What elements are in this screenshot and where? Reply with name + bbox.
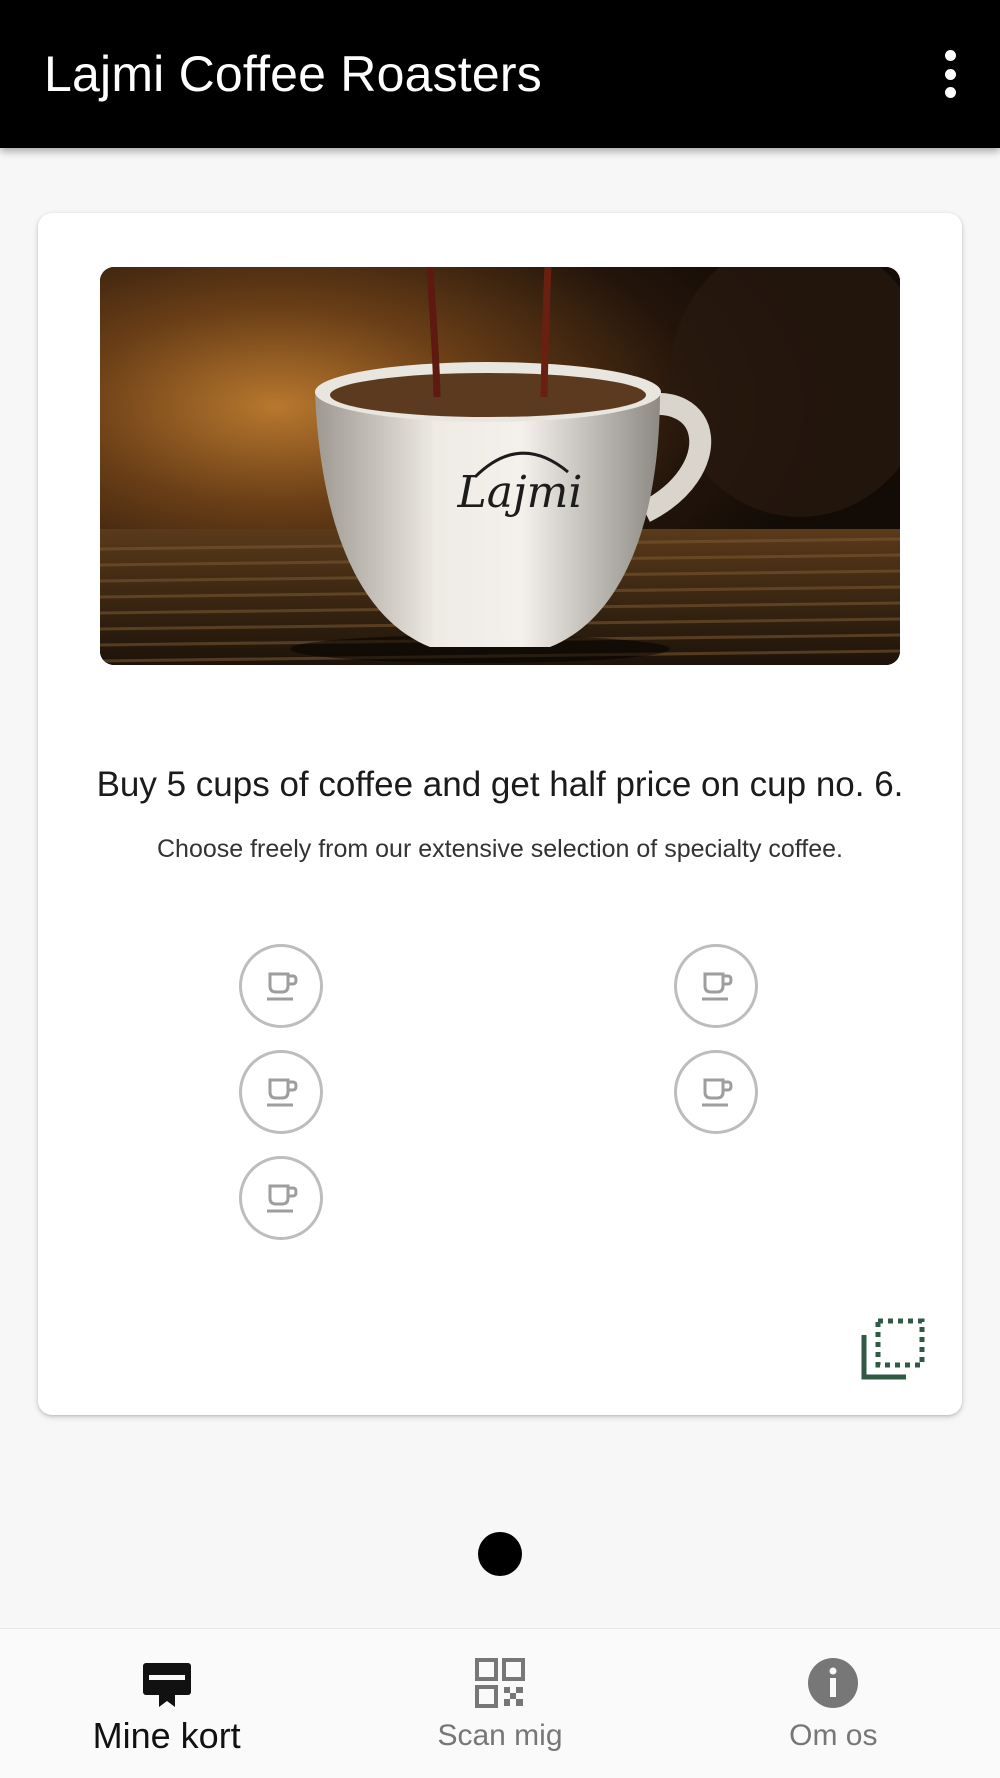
app-title: Lajmi Coffee Roasters — [44, 46, 542, 102]
card-icon — [139, 1655, 195, 1711]
offer-title: Buy 5 cups of coffee and get half price … — [96, 765, 904, 804]
nav-label-om-os: Om os — [789, 1719, 878, 1752]
nav-label-scan-mig: Scan mig — [437, 1719, 563, 1752]
stamp-slot — [239, 1156, 323, 1240]
stamp-slot — [674, 944, 758, 1028]
qr-code-icon — [472, 1655, 528, 1711]
stamp-slot — [239, 944, 323, 1028]
app-bar: Lajmi Coffee Roasters — [0, 0, 1000, 148]
stamp-slot — [674, 1050, 758, 1134]
offer-subtitle: Choose freely from our extensive selecti… — [157, 835, 843, 863]
bottom-navigation: Mine kort Scan mig Om os — [0, 1628, 1000, 1778]
more-vert-icon[interactable] — [932, 46, 968, 102]
nav-item-om-os[interactable]: Om os — [667, 1629, 1000, 1778]
page-indicator-dot — [478, 1532, 522, 1576]
info-icon — [805, 1655, 861, 1711]
stamp-slot — [239, 1050, 323, 1134]
nav-item-mine-kort[interactable]: Mine kort — [0, 1629, 333, 1778]
coffee-cup-icon — [267, 1184, 298, 1213]
nav-item-scan-mig[interactable]: Scan mig — [333, 1629, 666, 1778]
coffee-cup-image: Lajmi — [100, 267, 900, 665]
flip-card-button[interactable] — [858, 1313, 930, 1385]
flip-card-icon — [861, 1318, 925, 1380]
coffee-cup-icon — [267, 1078, 298, 1107]
coffee-cup-icon — [702, 972, 733, 1001]
coffee-cup-icon — [702, 1078, 733, 1107]
loyalty-card[interactable]: Lajmi Buy 5 cups of coffee and get half … — [38, 213, 962, 1415]
nav-label-mine-kort: Mine kort — [92, 1715, 241, 1756]
coffee-cup-icon — [267, 972, 298, 1001]
